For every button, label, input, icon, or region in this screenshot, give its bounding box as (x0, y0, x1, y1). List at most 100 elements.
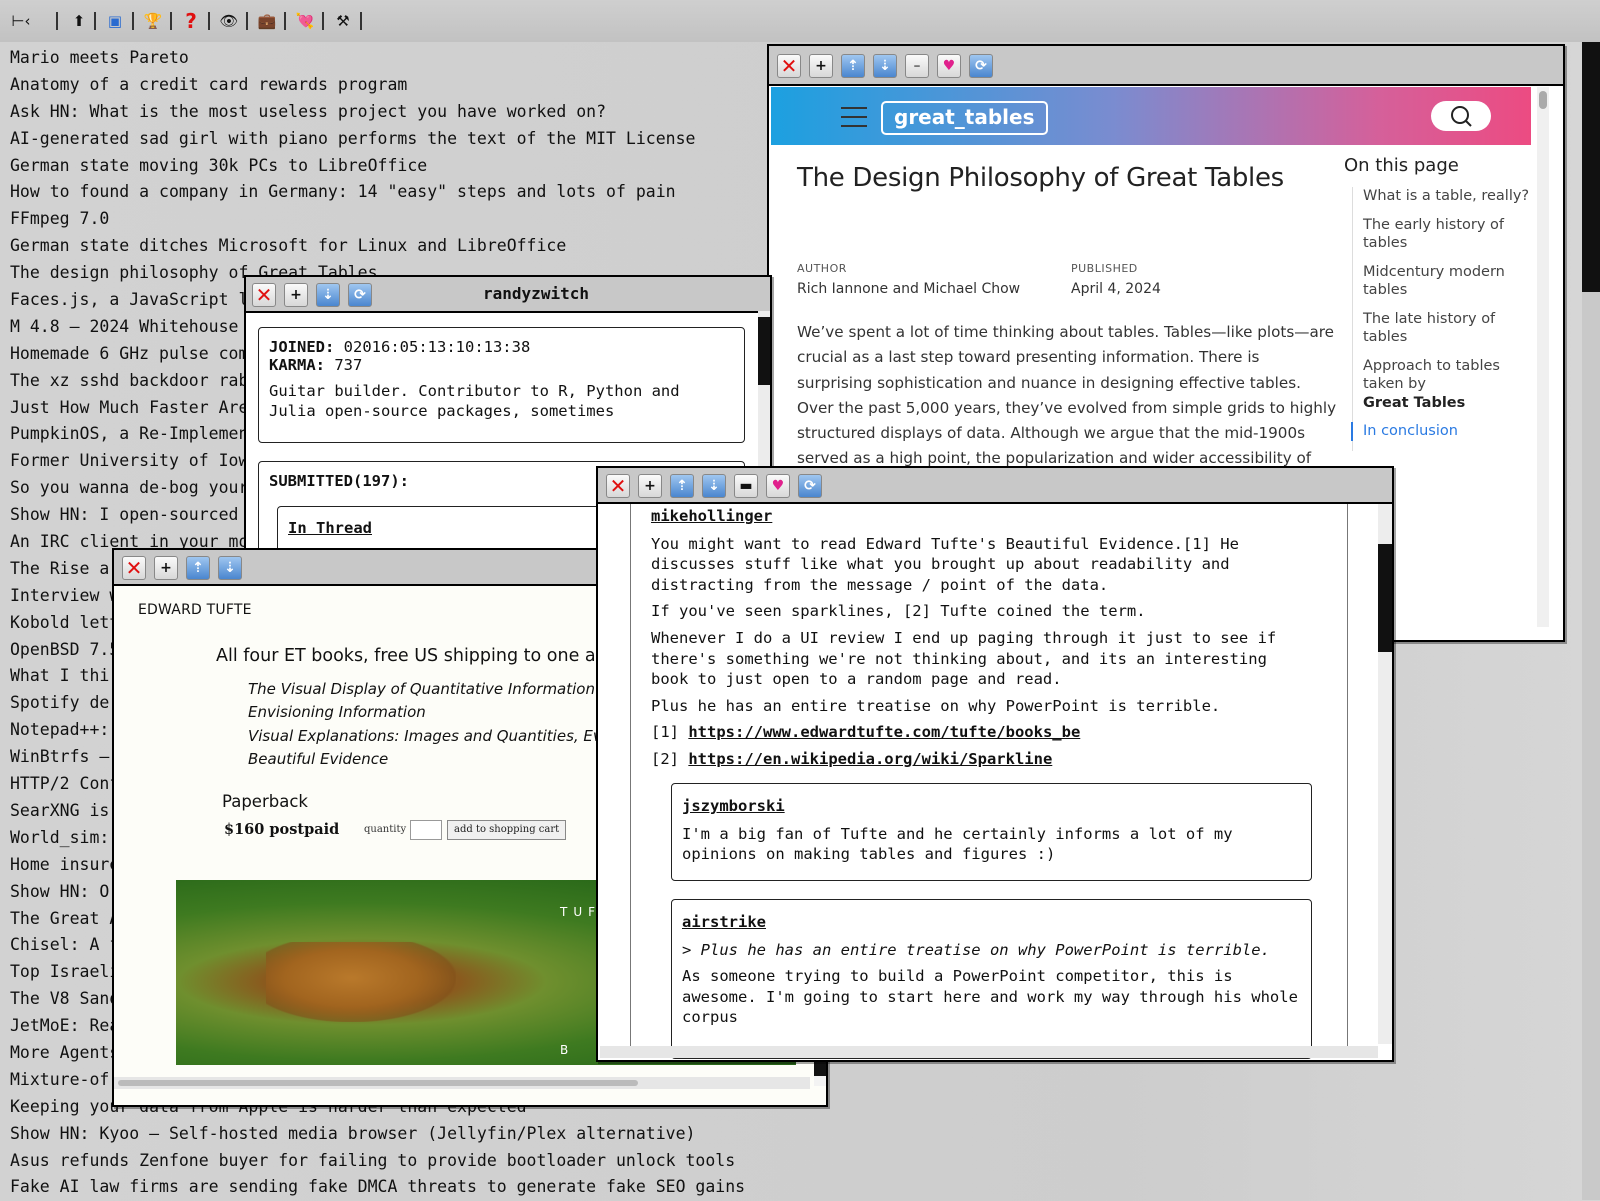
menu-icon[interactable] (841, 107, 867, 134)
toolbar-separator (284, 12, 286, 30)
site-brand[interactable]: great_tables (881, 101, 1048, 135)
window-scrollbar[interactable] (1378, 504, 1392, 1044)
add-to-cart-button[interactable]: add to shopping cart (447, 820, 567, 840)
window-scrollbar-thumb[interactable] (758, 317, 770, 385)
toc-item[interactable]: The late history of tables (1363, 310, 1533, 347)
horizontal-scrollbar-thumb[interactable] (118, 1080, 638, 1086)
top-toolbar: ⊢‹ ⬆ ▣ 🏆 ? 👁 💼 💘 ⚒ (0, 0, 1600, 42)
submitted-label[interactable]: SUBMITTED(197): (269, 472, 409, 490)
tools-icon[interactable]: ⚒ (330, 8, 356, 34)
close-icon[interactable]: ✕ (606, 474, 630, 498)
thread-link[interactable]: In Thread (288, 519, 372, 537)
headline-item[interactable]: AI-generated sad girl with piano perform… (10, 126, 745, 153)
top-icon[interactable]: ⬆ (66, 8, 92, 34)
published-label: PUBLISHED (1071, 262, 1138, 275)
plus-icon[interactable]: + (809, 54, 833, 78)
toc-item-approach[interactable]: Approach to tables taken by Great Tables (1363, 357, 1533, 413)
window-titlebar[interactable]: ✕ + ⇡ ⇣ – ♥ ⟳ (769, 46, 1563, 86)
heart-icon[interactable]: ♥ (766, 474, 790, 498)
offer-headline: All four ET books, free US shipping to o… (216, 646, 626, 666)
reply-comment: airstrike > Plus he has an entire treati… (671, 899, 1312, 1059)
refresh-icon[interactable]: ⟳ (969, 54, 993, 78)
book-title: Visual Explanations: Images and Quantiti… (248, 726, 625, 745)
toolbar-separator (322, 12, 324, 30)
format-label: Paperback (222, 792, 308, 811)
refresh-icon[interactable]: ⟳ (798, 474, 822, 498)
window-title: randyzwitch (483, 284, 589, 303)
window-scrollbar-thumb[interactable] (1378, 544, 1392, 652)
monitor-icon[interactable]: ▬ (734, 474, 758, 498)
download-icon[interactable]: ⇣ (218, 556, 242, 580)
close-icon[interactable]: ✕ (777, 54, 801, 78)
refresh-icon[interactable]: ⟳ (348, 283, 372, 307)
comment-author[interactable]: mikehollinger (651, 506, 1291, 527)
maximize-icon[interactable]: ⇡ (841, 54, 865, 78)
toc-item[interactable]: What is a table, really? (1363, 187, 1533, 206)
comment-author[interactable]: airstrike (682, 912, 1301, 933)
question-icon[interactable]: ? (178, 8, 204, 34)
headline-item[interactable]: German state moving 30k PCs to LibreOffi… (10, 153, 745, 180)
toc-item[interactable]: Midcentury modern tables (1363, 263, 1533, 300)
quantity-label: quantity (364, 824, 407, 835)
window-scrollbar[interactable] (1537, 87, 1549, 627)
eye-icon[interactable]: 👁 (216, 8, 242, 34)
headline-item[interactable]: Asus refunds Zenfone buyer for failing t… (10, 1148, 745, 1175)
headline-item[interactable]: Anatomy of a credit card rewards program (10, 72, 745, 99)
hn-logo-icon[interactable]: ⊢‹ (8, 8, 34, 34)
horizontal-scrollbar[interactable] (600, 1046, 1378, 1058)
comment-paragraph: Plus he has an entire treatise on why Po… (651, 696, 1221, 715)
site-brand[interactable]: EDWARD TUFTE (138, 602, 252, 618)
download-icon[interactable]: ⇣ (316, 283, 340, 307)
window-titlebar[interactable]: ✕ + ⇡ ⇣ ▬ ♥ ⟳ (598, 468, 1392, 504)
comment-text: As someone trying to build a PowerPoint … (682, 967, 1298, 1027)
window-titlebar[interactable]: ✕ + ⇣ ⟳ randyzwitch (246, 277, 770, 313)
plus-icon[interactable]: + (154, 556, 178, 580)
minimize-icon[interactable]: – (905, 54, 929, 78)
reference-link[interactable]: https://en.wikipedia.org/wiki/Sparkline (688, 750, 1052, 768)
toc-item-text: Approach to tables taken by (1363, 357, 1500, 393)
toc-item-bold: Great Tables (1363, 394, 1466, 411)
quantity-input[interactable] (410, 820, 442, 840)
reply-comment: jszymborski I'm a big fan of Tufte and h… (671, 783, 1312, 881)
headline-item[interactable]: Ask HN: What is the most useless project… (10, 99, 745, 126)
book-title: Envisioning Information (248, 703, 426, 722)
heart-arrow-icon[interactable]: 💘 (292, 8, 318, 34)
maximize-icon[interactable]: ⇡ (670, 474, 694, 498)
horizontal-scrollbar[interactable] (114, 1077, 810, 1089)
trophy-icon[interactable]: 🏆 (140, 8, 166, 34)
window-scrollbar-thumb[interactable] (1539, 91, 1547, 109)
toolbar-separator (132, 12, 134, 30)
page-scrollbar[interactable] (1582, 42, 1600, 1200)
close-icon[interactable]: ✕ (122, 556, 146, 580)
download-icon[interactable]: ⇣ (702, 474, 726, 498)
cover-spine-tail: B (560, 1043, 569, 1057)
search-button[interactable] (1431, 101, 1491, 131)
plus-icon[interactable]: + (284, 283, 308, 307)
heart-icon[interactable]: ♥ (937, 54, 961, 78)
reference-link[interactable]: https://www.edwardtufte.com/tufte/books_… (688, 723, 1080, 741)
toc-item[interactable]: The early history of tables (1363, 216, 1533, 253)
comment-author[interactable]: jszymborski (682, 796, 1301, 817)
briefcase-icon[interactable]: 💼 (254, 8, 280, 34)
headline-item[interactable]: Fake AI law firms are sending fake DMCA … (10, 1174, 745, 1201)
headline-item[interactable]: Show HN: Kyoo – Self-hosted media browse… (10, 1121, 745, 1148)
headline-item[interactable]: How to found a company in Germany: 14 "e… (10, 179, 745, 206)
toolbar-separator (360, 12, 362, 30)
headline-item[interactable]: Mario meets Pareto (10, 45, 745, 72)
comment: mikehollinger You might want to read Edw… (651, 506, 1291, 770)
page-title: The Design Philosophy of Great Tables (797, 163, 1284, 193)
page-scrollbar-thumb[interactable] (1582, 42, 1600, 292)
headline-item[interactable]: German state ditches Microsoft for Linux… (10, 233, 745, 260)
close-icon[interactable]: ✕ (252, 283, 276, 307)
toc-item-active[interactable]: In conclusion (1351, 422, 1533, 441)
headline-item[interactable]: FFmpeg 7.0 (10, 206, 745, 233)
about-text: Guitar builder. Contributor to R, Python… (269, 382, 680, 420)
toolbar-separator (208, 12, 210, 30)
cover-spine-text: TUFTE (560, 905, 622, 919)
download-icon[interactable]: ⇣ (873, 54, 897, 78)
maximize-icon[interactable]: ⇡ (186, 556, 210, 580)
new-icon[interactable]: ▣ (102, 8, 128, 34)
comment-reference: [2] https://en.wikipedia.org/wiki/Sparkl… (651, 749, 1291, 770)
plus-icon[interactable]: + (638, 474, 662, 498)
joined-label: JOINED: (269, 338, 335, 356)
